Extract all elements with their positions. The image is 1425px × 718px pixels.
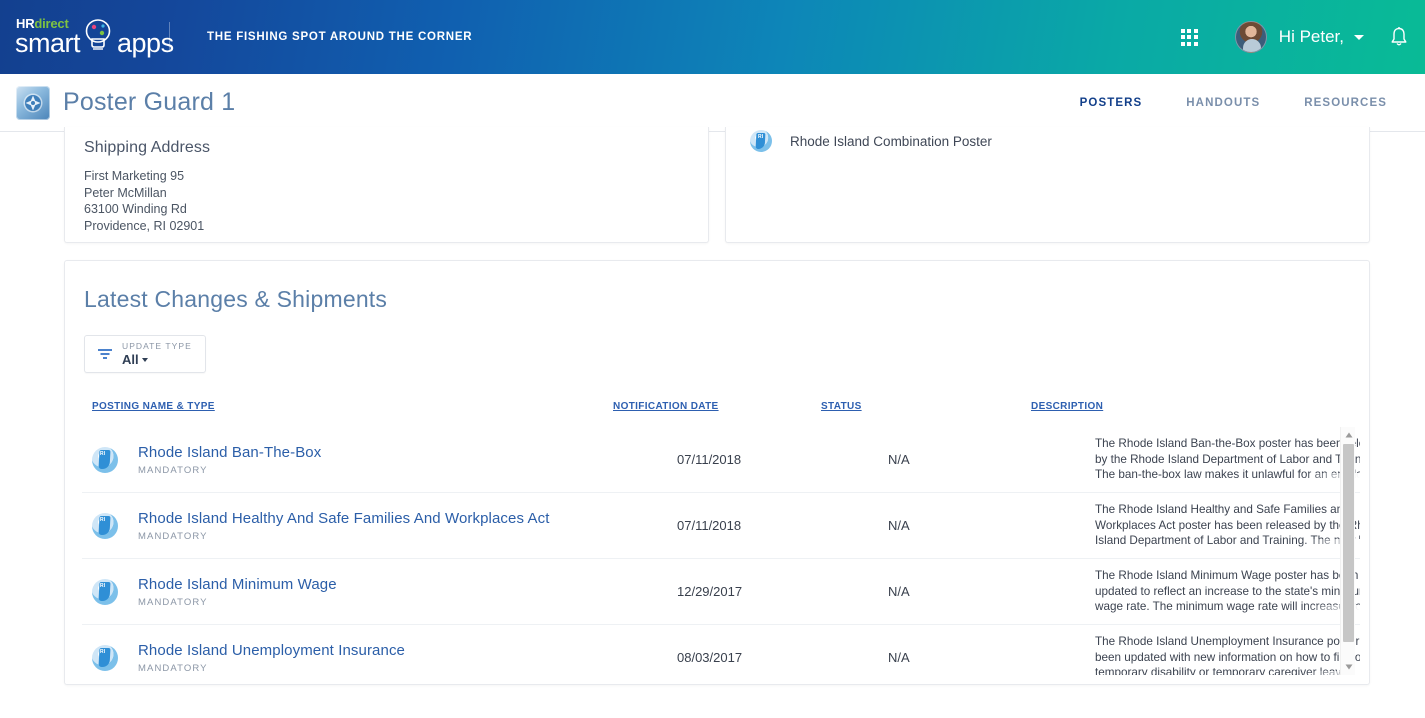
- scroll-down-arrow-icon[interactable]: [1341, 659, 1356, 675]
- ri-poster-icon: RI: [92, 644, 118, 671]
- page-content: Shipping Address First Marketing 95 Pete…: [0, 127, 1425, 718]
- company-tagline: THE FISHING SPOT AROUND THE CORNER: [207, 31, 473, 43]
- tab-posters[interactable]: POSTERS: [1058, 74, 1165, 132]
- list-item[interactable]: RI Rhode Island Combination Poster: [726, 127, 1369, 152]
- table-row[interactable]: RI Rhode Island Unemployment Insurance M…: [82, 625, 1360, 675]
- table-header-row: POSTING NAME & TYPE NOTIFICATION DATE ST…: [65, 401, 1369, 427]
- shipping-line-street: 63100 Winding Rd: [84, 202, 187, 216]
- shipping-line-company: First Marketing 95: [84, 169, 185, 183]
- notification-date-cell: 12/29/2017: [677, 584, 743, 599]
- app-subheader: Poster Guard 1 POSTERS HANDOUTS RESOURCE…: [0, 74, 1425, 132]
- posting-name-cell: RI Rhode Island Ban-The-Box MANDATORY: [92, 444, 321, 476]
- avatar[interactable]: [1234, 21, 1267, 53]
- table-row[interactable]: RI Rhode Island Ban-The-Box MANDATORY 07…: [82, 427, 1360, 493]
- description-cell: The Rhode Island Healthy and Safe Famili…: [1095, 503, 1360, 548]
- latest-changes-card: Latest Changes & Shipments UPDATE TYPE A…: [64, 260, 1370, 685]
- posting-name-cell: RI Rhode Island Healthy And Safe Familie…: [92, 510, 549, 542]
- ri-poster-icon: RI: [92, 446, 118, 473]
- notification-date-cell: 07/11/2018: [677, 452, 742, 467]
- table-row[interactable]: RI Rhode Island Minimum Wage MANDATORY 1…: [82, 559, 1360, 625]
- tab-resources[interactable]: RESOURCES: [1282, 74, 1409, 132]
- posting-name-link[interactable]: Rhode Island Ban-The-Box: [138, 444, 321, 461]
- scrollbar-thumb[interactable]: [1343, 444, 1354, 642]
- column-header-status[interactable]: STATUS: [821, 401, 862, 412]
- posting-type-label: MANDATORY: [138, 662, 208, 674]
- status-cell: N/A: [888, 584, 910, 599]
- page-title: Poster Guard 1: [63, 88, 236, 116]
- table-body: RI Rhode Island Ban-The-Box MANDATORY 07…: [82, 427, 1360, 675]
- chevron-down-icon: [141, 357, 148, 362]
- status-cell: N/A: [888, 518, 910, 533]
- posting-name-cell: RI Rhode Island Minimum Wage MANDATORY: [92, 576, 337, 608]
- poster-guard-compass-icon: [16, 85, 50, 120]
- notification-bell-icon[interactable]: [1389, 26, 1409, 48]
- brand-logo[interactable]: HRdirect smart.apps: [15, 17, 174, 58]
- header-actions: Hi Peter,: [1180, 21, 1409, 53]
- posting-name-link[interactable]: Rhode Island Healthy And Safe Families A…: [138, 510, 549, 527]
- posting-name-link[interactable]: Rhode Island Minimum Wage: [138, 576, 337, 593]
- ri-poster-icon: RI: [750, 130, 772, 152]
- notification-date-cell: 07/11/2018: [677, 518, 742, 533]
- poster-list-card: RI Rhode Island Combination Poster: [725, 127, 1370, 243]
- description-cell: The Rhode Island Unemployment Insurance …: [1095, 635, 1360, 675]
- filter-icon: [98, 349, 112, 359]
- tab-resources-label: RESOURCES: [1304, 96, 1387, 109]
- chevron-down-icon[interactable]: [1354, 34, 1364, 40]
- logo-smartapps-text: smart.apps: [15, 28, 174, 58]
- table-scrollbar[interactable]: [1340, 427, 1355, 675]
- tab-handouts[interactable]: HANDOUTS: [1164, 74, 1282, 132]
- posting-name-link[interactable]: Rhode Island Unemployment Insurance: [138, 642, 405, 659]
- filter-value-text: All: [122, 351, 139, 367]
- notification-date-cell: 08/03/2017: [677, 650, 743, 665]
- logo-smart-word: smart: [15, 28, 81, 58]
- shipping-line-name: Peter McMillan: [84, 185, 167, 200]
- column-header-description[interactable]: DESCRIPTION: [1031, 401, 1103, 412]
- status-cell: N/A: [888, 452, 910, 467]
- tab-handouts-label: HANDOUTS: [1186, 96, 1261, 109]
- column-header-notification-date[interactable]: NOTIFICATION DATE: [613, 401, 719, 412]
- shipping-address-card: Shipping Address First Marketing 95 Pete…: [64, 127, 709, 243]
- column-header-posting-name[interactable]: POSTING NAME & TYPE: [92, 401, 215, 412]
- combination-poster-label: Rhode Island Combination Poster: [790, 133, 992, 149]
- shipping-line-city: Providence, RI 02901: [84, 218, 205, 233]
- posting-name-cell: RI Rhode Island Unemployment Insurance M…: [92, 642, 405, 674]
- top-navigation-bar: HRdirect smart.apps THE FISHING SPOT ARO…: [0, 0, 1425, 74]
- posting-type-label: MANDATORY: [138, 530, 208, 542]
- ri-poster-icon: RI: [92, 578, 118, 605]
- filter-label: UPDATE TYPE: [122, 340, 192, 351]
- status-cell: N/A: [888, 650, 910, 665]
- logo-apps-word: apps: [117, 28, 174, 58]
- posting-type-label: MANDATORY: [138, 596, 208, 608]
- primary-nav-tabs: POSTERS HANDOUTS RESOURCES: [1058, 74, 1409, 132]
- user-greeting[interactable]: Hi Peter,: [1279, 27, 1344, 47]
- filter-value[interactable]: All: [122, 351, 192, 367]
- description-cell: The Rhode Island Minimum Wage poster has…: [1095, 569, 1360, 614]
- scroll-up-arrow-icon[interactable]: [1341, 427, 1356, 443]
- table-row[interactable]: RI Rhode Island Healthy And Safe Familie…: [82, 493, 1360, 559]
- tab-posters-label: POSTERS: [1079, 96, 1143, 109]
- latest-changes-title: Latest Changes & Shipments: [84, 286, 388, 312]
- description-cell: The Rhode Island Ban-the-Box poster has …: [1095, 437, 1360, 482]
- grid-apps-icon[interactable]: [1180, 28, 1198, 46]
- posting-type-label: MANDATORY: [138, 464, 208, 476]
- shipping-address-lines: First Marketing 95 Peter McMillan 63100 …: [84, 168, 708, 234]
- update-type-filter[interactable]: UPDATE TYPE All: [84, 335, 206, 373]
- shipping-address-title: Shipping Address: [84, 139, 211, 156]
- lightbulb-icon: [85, 19, 111, 50]
- ri-poster-icon: RI: [92, 512, 118, 539]
